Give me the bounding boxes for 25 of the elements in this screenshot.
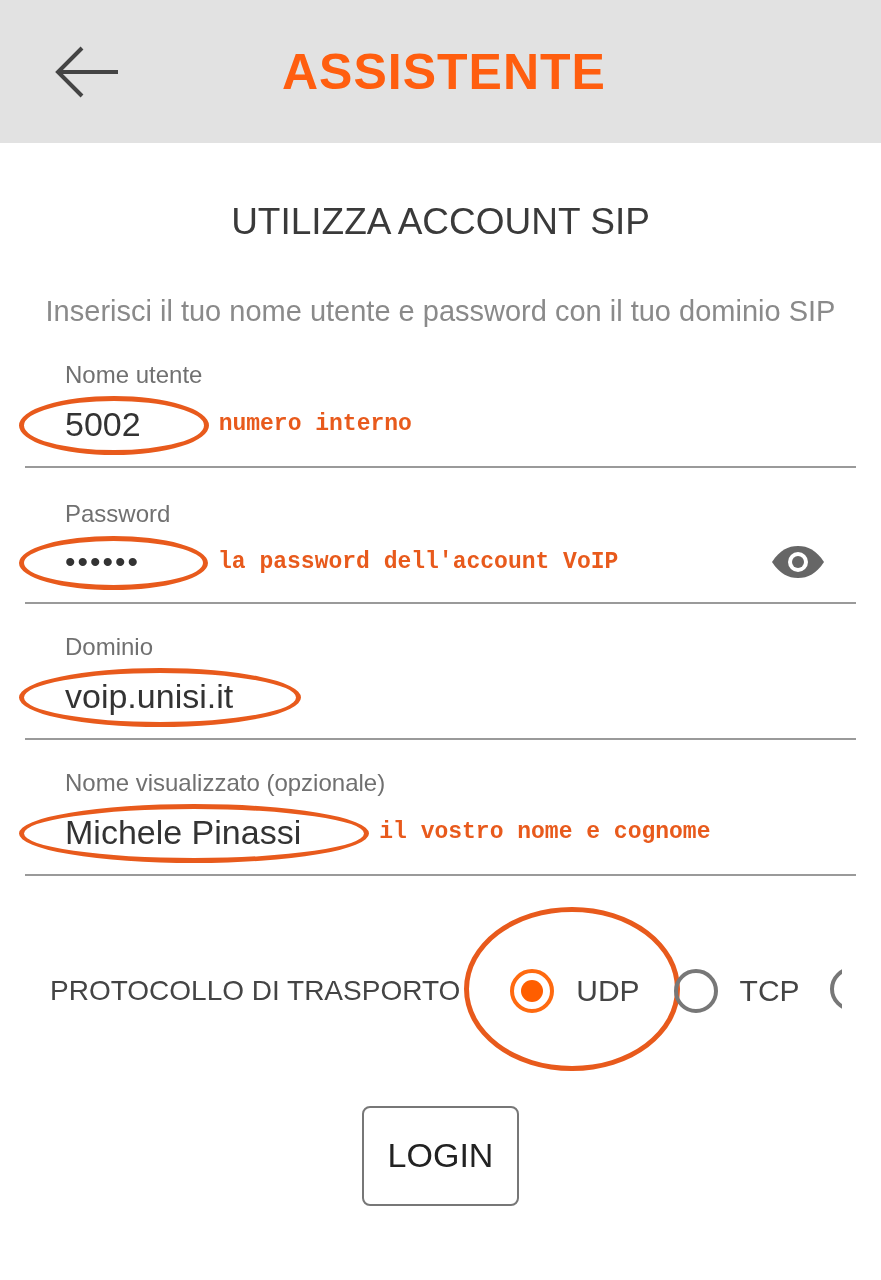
- form-field[interactable]: Password •••••• la password dell'account VoIP: [25, 467, 856, 604]
- field-label: Nome utente: [65, 360, 203, 389]
- radio-label[interactable]: TCP: [739, 973, 800, 1008]
- field-value: Michele Pinassi: [65, 812, 302, 851]
- form-field[interactable]: Nome visualizzato (opzionale) Michele Pinassi il vostro nome e cognome: [25, 739, 856, 876]
- field-value: ••••••: [65, 544, 141, 578]
- section-heading: UTILIZZA ACCOUNT SIP: [230, 201, 651, 243]
- login-button[interactable]: LOGIN: [362, 1105, 519, 1206]
- transport-label: PROTOCOLLO DI TRASPORTO: [50, 974, 461, 1007]
- radio-button[interactable]: [508, 966, 557, 1015]
- form-field[interactable]: Dominio voip.unisi.it: [25, 603, 856, 740]
- field-label: Password: [65, 499, 171, 528]
- field-label: Dominio: [65, 632, 154, 661]
- screen-title: ASSISTENTE: [282, 42, 606, 101]
- instructions-text: Inserisci il tuo nome utente e password con il tuo dominio SIP: [44, 294, 837, 329]
- radio-button[interactable]: [671, 966, 720, 1015]
- field-label: Nome visualizzato (opzionale): [65, 768, 386, 797]
- annotation-note: la password dell'account VoIP: [218, 548, 619, 575]
- eye-icon[interactable]: [770, 543, 826, 580]
- field-value: voip.unisi.it: [65, 676, 234, 715]
- annotation-note: il vostro nome e cognome: [379, 819, 711, 846]
- annotation-note: numero interno: [218, 411, 412, 438]
- radio-label[interactable]: UDP: [576, 973, 640, 1008]
- field-value: 5002: [65, 404, 141, 443]
- form-field[interactable]: Nome utente 5002 numero interno: [25, 331, 856, 468]
